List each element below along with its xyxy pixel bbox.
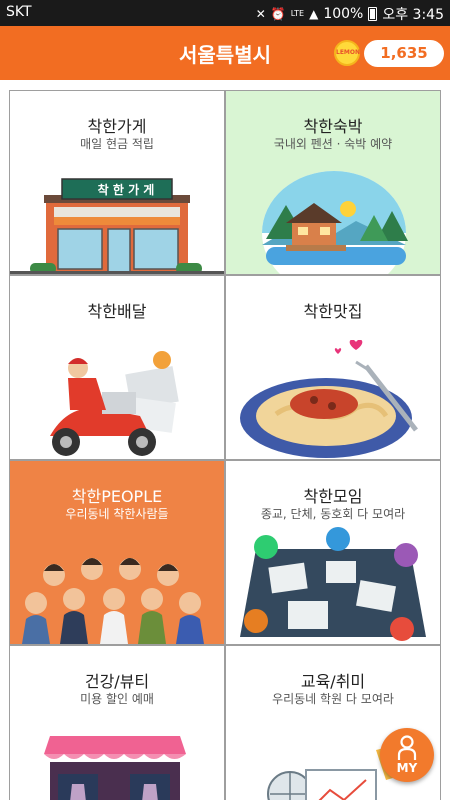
- tile-good-store[interactable]: 착한가게 매일 현금 적립 착 한 가 게: [10, 91, 224, 274]
- alarm-icon: ⏰: [270, 7, 286, 21]
- tile-good-gathering[interactable]: 착한모임 종교, 단체, 동호회 다 모여라: [226, 461, 440, 644]
- boutique-illustration: [44, 736, 186, 800]
- my-page-label: MY: [396, 761, 418, 775]
- status-bar: SKT ✕ ⏰ LTE ▲ 100% 오후 3:45: [0, 0, 450, 26]
- tile-subtitle: 국내외 펜션 · 숙박 예약: [273, 137, 393, 151]
- lemon-icon[interactable]: LEMON: [334, 40, 360, 66]
- tile-subtitle: 우리동네 착한사람들: [65, 507, 169, 521]
- points-balance[interactable]: 1,635: [364, 40, 444, 67]
- tile-title: 착한맛집: [303, 302, 363, 321]
- clock: 오후 3:45: [382, 7, 444, 23]
- people-illustration: [22, 558, 204, 644]
- signal-icon: ▲: [309, 7, 319, 21]
- tile-good-lodging[interactable]: 착한숙박 국내외 펜션 · 숙박 예약: [226, 91, 440, 274]
- tile-title: 착한가게: [87, 117, 147, 136]
- tile-good-delivery[interactable]: 착한배달: [10, 276, 224, 459]
- meeting-illustration: [240, 527, 426, 641]
- tile-health-beauty[interactable]: 건강/뷰티 미용 할인 예매: [10, 646, 224, 800]
- battery-percent: 100%: [323, 6, 364, 22]
- store-sign: 착 한 가 게: [97, 183, 155, 197]
- tile-title: 착한모임: [303, 487, 363, 506]
- tile-title: 건강/뷰티: [84, 672, 150, 691]
- pasta-illustration: [240, 340, 418, 458]
- tile-title: 착한PEOPLE: [71, 487, 163, 506]
- tile-good-restaurant[interactable]: 착한맛집: [226, 276, 440, 459]
- status-icons: ✕ ⏰ LTE ▲ 100% 오후 3:45: [256, 4, 444, 24]
- delivery-illustration: [50, 351, 179, 456]
- tile-title: 착한배달: [87, 302, 147, 321]
- tile-subtitle: 우리동네 학원 다 모여라: [272, 692, 394, 706]
- store-illustration: [10, 178, 224, 274]
- my-page-button[interactable]: MY: [380, 728, 434, 782]
- tile-good-people[interactable]: 착한PEOPLE 우리동네 착한사람들: [10, 461, 224, 644]
- carrier-label: SKT: [6, 4, 32, 20]
- lodging-illustration: [262, 171, 408, 274]
- battery-icon: [368, 7, 378, 21]
- user-icon: [397, 735, 417, 760]
- category-grid: 착한가게 매일 현금 적립 착 한 가 게 착한숙박 국내외 펜션 · 숙박 예…: [9, 90, 441, 800]
- mute-icon: ✕: [255, 7, 266, 21]
- tile-subtitle: 매일 현금 적립: [80, 137, 154, 151]
- network-type-icon: LTE: [290, 9, 305, 18]
- tile-title: 교육/취미: [300, 672, 366, 691]
- tile-subtitle: 미용 할인 예매: [80, 692, 154, 706]
- tile-subtitle: 종교, 단체, 동호회 다 모여라: [260, 507, 406, 521]
- tile-title: 착한숙박: [303, 117, 363, 136]
